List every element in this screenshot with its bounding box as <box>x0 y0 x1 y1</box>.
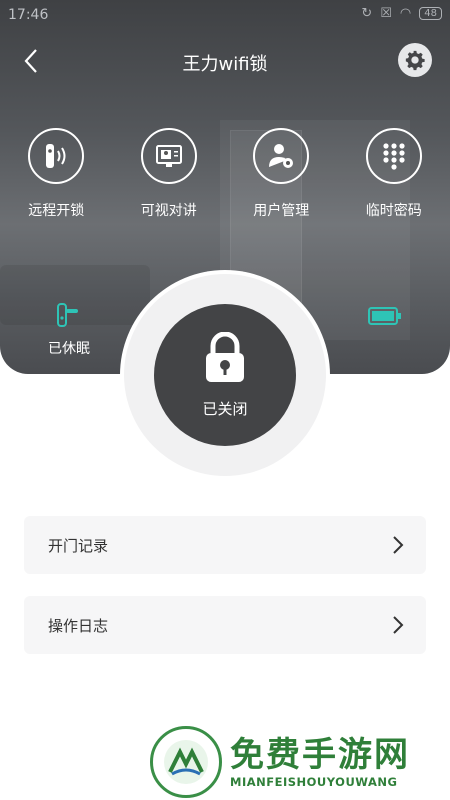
action-temp-password[interactable]: 临时密码 <box>338 128 450 220</box>
sleep-status: 已休眠 <box>48 300 90 358</box>
status-icons: ↻ ☒ ◠ 48 <box>361 6 442 21</box>
menu-item-label: 开门记录 <box>48 537 109 555</box>
action-label: 用户管理 <box>253 203 310 219</box>
quick-actions: 远程开锁 可视对讲 用户管理 临时密码 <box>0 128 450 220</box>
gear-icon <box>405 50 425 71</box>
action-label: 可视对讲 <box>140 203 197 219</box>
lock-status: 已关闭 <box>202 399 248 418</box>
menu-item-label: 操作日志 <box>48 617 109 635</box>
battery-icon: 48 <box>419 7 442 20</box>
wifi-icon: ◠ <box>399 6 412 21</box>
watermark-subtitle: MIANFEISHOUYOUWANG <box>230 775 398 789</box>
lock-button[interactable]: 已关闭 <box>154 304 296 446</box>
action-label: 临时密码 <box>365 203 422 219</box>
menu-item-open-records[interactable]: 开门记录 <box>24 516 426 574</box>
video-intercom-icon <box>140 128 197 184</box>
action-remote-unlock[interactable]: 远程开锁 <box>0 128 113 220</box>
sleep-label: 已休眠 <box>48 341 90 357</box>
status-time: 17:46 <box>8 7 49 23</box>
menu-item-operation-log[interactable]: 操作日志 <box>24 596 426 654</box>
chevron-right-icon <box>393 616 404 634</box>
status-bar: 17:46 ↻ ☒ ◠ 48 <box>0 0 450 32</box>
door-handle-icon <box>57 303 78 327</box>
action-label: 远程开锁 <box>28 203 85 219</box>
watermark-logo <box>150 726 222 798</box>
remote-unlock-icon <box>28 128 85 184</box>
sync-icon: ↻ <box>361 6 373 21</box>
chevron-right-icon <box>393 536 404 554</box>
action-video-intercom[interactable]: 可视对讲 <box>113 128 226 220</box>
app-header: 王力wifi锁 <box>0 38 450 86</box>
action-user-manage[interactable]: 用户管理 <box>225 128 338 220</box>
watermark-title: 免费手游网 <box>230 735 410 775</box>
page-title: 王力wifi锁 <box>182 54 268 75</box>
user-manage-icon <box>253 128 310 184</box>
sim-off-icon: ☒ <box>380 6 392 21</box>
keypad-icon <box>365 128 422 184</box>
settings-button[interactable] <box>398 43 432 77</box>
lock-icon <box>206 331 244 382</box>
watermark: 免费手游网 MIANFEISHOUYOUWANG <box>150 726 410 798</box>
battery-level-icon <box>368 306 402 330</box>
